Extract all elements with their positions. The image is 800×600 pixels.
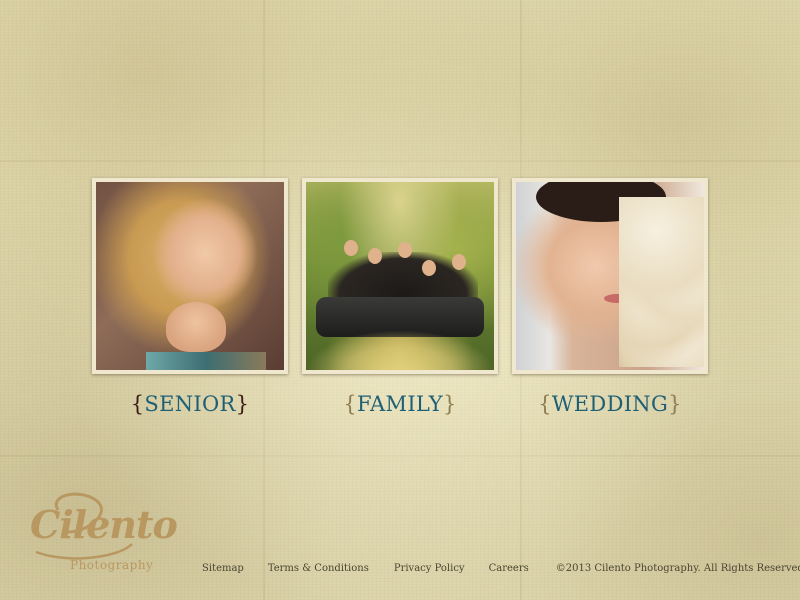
paper-fold-line [0, 455, 800, 457]
logo-wordmark: Cilento [30, 502, 178, 547]
brace-close: } [442, 392, 457, 416]
wedding-photo[interactable] [512, 178, 708, 374]
brace-close: } [668, 392, 682, 416]
cilento-logo[interactable]: Cilento Photography [28, 488, 178, 580]
wedding-label: WEDDING [551, 392, 669, 416]
senior-label: SENIOR [144, 392, 236, 416]
paper-fold-line [0, 160, 800, 162]
senior-category-card[interactable]: {SENIOR} [92, 178, 288, 416]
sitemap-link[interactable]: Sitemap [202, 563, 244, 574]
copyright-text: ©2013 Cilento Photography. All Rights Re… [555, 562, 800, 574]
footer-nav: Sitemap Terms & Conditions Privacy Polic… [202, 561, 800, 575]
senior-photo[interactable] [92, 178, 288, 374]
family-category-card[interactable]: {FAMILY} [302, 178, 498, 416]
family-label: FAMILY [357, 392, 443, 416]
brace-open: { [343, 392, 357, 416]
senior-category-link[interactable]: {SENIOR} [92, 392, 288, 416]
brace-open: { [130, 392, 145, 416]
family-photo[interactable] [302, 178, 498, 374]
wedding-category-card[interactable]: {WEDDING} [512, 178, 708, 416]
brace-open: { [538, 392, 552, 416]
category-gallery: {SENIOR} {FAMILY} {WEDDING} [92, 178, 712, 418]
family-category-link[interactable]: {FAMILY} [302, 392, 498, 416]
terms-link[interactable]: Terms & Conditions [268, 563, 369, 574]
brace-close: } [235, 392, 250, 416]
privacy-link[interactable]: Privacy Policy [394, 563, 465, 574]
careers-link[interactable]: Careers [489, 563, 529, 574]
logo-tagline: Photography [70, 558, 154, 572]
wedding-category-link[interactable]: {WEDDING} [512, 392, 708, 416]
page: { "gallery": { "items": [ {"label": "SEN… [0, 0, 800, 600]
